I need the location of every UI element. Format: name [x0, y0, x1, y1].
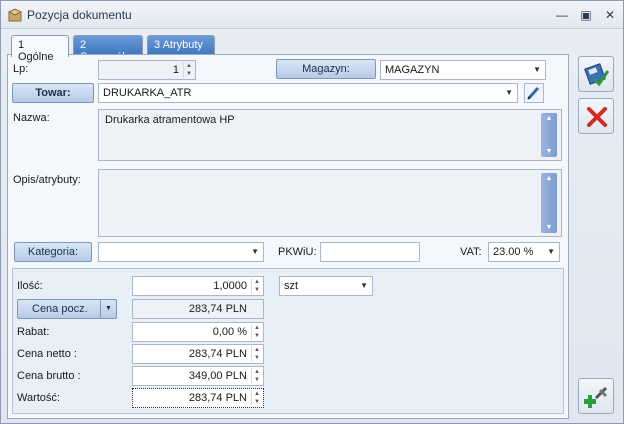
cena-brutto-input[interactable]: 349,00 PLN ▲ ▼ [132, 366, 264, 386]
cena-pocz-value: 283,74 PLN [188, 303, 247, 315]
magazyn-button[interactable]: Magazyn: [276, 59, 376, 79]
add-tool-button[interactable] [578, 378, 614, 414]
cena-pocz-field: 283,74 PLN [132, 299, 264, 319]
chevron-down-icon: ▼ [360, 281, 368, 290]
wartosc-value: 283,74 PLN [188, 392, 247, 404]
pick-item-button[interactable] [524, 83, 544, 103]
cena-brutto-value: 349,00 PLN [188, 370, 247, 382]
scroll-up-icon[interactable]: ▲ [541, 175, 557, 182]
maximize-button[interactable]: ▣ [577, 6, 595, 24]
kategoria-select[interactable]: ▼ [98, 242, 264, 262]
window-title: Pozycja dokumentu [27, 8, 132, 22]
nazwa-value: Drukarka atramentowa HP [105, 114, 235, 126]
cena-netto-input[interactable]: 283,74 PLN ▲ ▼ [132, 344, 264, 364]
lp-field[interactable]: 1 ▲ ▼ [98, 60, 196, 80]
lp-label: Lp: [13, 63, 29, 75]
towar-select[interactable]: DRUKARKA_ATR ▼ [98, 83, 518, 103]
lp-spinner[interactable]: ▲ ▼ [183, 62, 194, 78]
scroll-up-icon[interactable]: ▲ [541, 115, 557, 122]
lp-value: 1 [172, 64, 179, 76]
tab-ogolne[interactable]: 1 Ogólne [11, 35, 69, 63]
cena-brutto-label: Cena brutto : [17, 370, 81, 382]
towar-button[interactable]: Towar: [12, 83, 94, 103]
scroll-down-icon[interactable]: ▼ [541, 148, 557, 155]
vat-value: 23.00 % [493, 246, 534, 258]
ilosc-input[interactable]: 1,0000 ▲ ▼ [132, 276, 264, 296]
minimize-button[interactable]: — [553, 6, 571, 24]
wartosc-input[interactable]: 283,74 PLN ▲ ▼ [132, 388, 264, 408]
cancel-button[interactable] [578, 98, 614, 134]
chevron-down-icon: ▼ [547, 247, 555, 256]
add-tool-icon [584, 386, 608, 408]
nazwa-textarea[interactable]: Drukarka atramentowa HP ▲ ▼ [98, 109, 562, 161]
cena-netto-spinner[interactable]: ▲ ▼ [251, 346, 262, 362]
save-check-icon [584, 63, 610, 87]
kategoria-button[interactable]: Kategoria: [14, 242, 92, 262]
wartosc-label: Wartość: [17, 392, 60, 404]
chevron-down-icon: ▼ [533, 65, 541, 74]
nazwa-label: Nazwa: [13, 112, 50, 124]
rabat-label: Rabat: [17, 326, 50, 338]
cena-brutto-spinner[interactable]: ▲ ▼ [251, 368, 262, 384]
ilosc-label: Ilość: [17, 280, 43, 292]
title-bar: Pozycja dokumentu — ▣ ✕ [1, 1, 623, 29]
towar-value: DRUKARKA_ATR [103, 87, 192, 99]
vat-label: VAT: [460, 246, 482, 258]
opis-textarea[interactable]: ▲ ▼ [98, 169, 562, 237]
tab-atrybuty[interactable]: 3 Atrybuty [147, 35, 215, 55]
cena-pocz-button[interactable]: Cena pocz. ▼ [17, 299, 117, 319]
cena-netto-label: Cena netto : [17, 348, 77, 360]
pkwiu-label: PKWiU: [278, 246, 317, 258]
rabat-input[interactable]: 0,00 % ▲ ▼ [132, 322, 264, 342]
tab-szczegoly[interactable]: 2 Szczegóły [73, 35, 143, 63]
vat-select[interactable]: 23.00 % ▼ [488, 242, 560, 262]
scroll-down-icon[interactable]: ▼ [541, 224, 557, 231]
unit-value: szt [284, 280, 299, 292]
magazyn-value: MAGAZYN [385, 64, 440, 76]
rabat-spinner[interactable]: ▲ ▼ [251, 324, 262, 340]
opis-label: Opis/atrybuty: [13, 174, 81, 186]
chevron-down-icon[interactable]: ▼ [100, 300, 116, 318]
chevron-down-icon: ▼ [505, 88, 513, 97]
pkwiu-input[interactable] [320, 242, 420, 262]
dialog-window: Pozycja dokumentu — ▣ ✕ 1 Ogólne 2 Szcze… [0, 0, 624, 424]
opis-scrollbar[interactable]: ▲ ▼ [541, 173, 557, 233]
save-button[interactable] [578, 56, 614, 92]
rabat-value: 0,00 % [212, 326, 247, 338]
close-button[interactable]: ✕ [601, 6, 619, 24]
magazyn-select[interactable]: MAGAZYN ▼ [380, 60, 546, 80]
pencil-icon [527, 86, 540, 100]
red-x-icon [587, 107, 607, 127]
ilosc-value: 1,0000 [213, 280, 247, 292]
cena-pocz-label: Cena pocz. [32, 303, 88, 315]
wartosc-spinner[interactable]: ▲ ▼ [251, 390, 262, 406]
general-panel: Lp: 1 ▲ ▼ Magazyn: MAGAZYN ▼ Towar: DRUKA… [7, 54, 569, 419]
document-box-icon [7, 8, 23, 22]
chevron-down-icon: ▼ [251, 247, 259, 256]
unit-select[interactable]: szt ▼ [279, 276, 373, 296]
ilosc-spinner[interactable]: ▲ ▼ [251, 278, 262, 294]
nazwa-scrollbar[interactable]: ▲ ▼ [541, 113, 557, 157]
pricing-section: Ilość: 1,0000 ▲ ▼ szt ▼ Cena pocz. ▼ 283,… [12, 268, 564, 414]
cena-netto-value: 283,74 PLN [188, 348, 247, 360]
